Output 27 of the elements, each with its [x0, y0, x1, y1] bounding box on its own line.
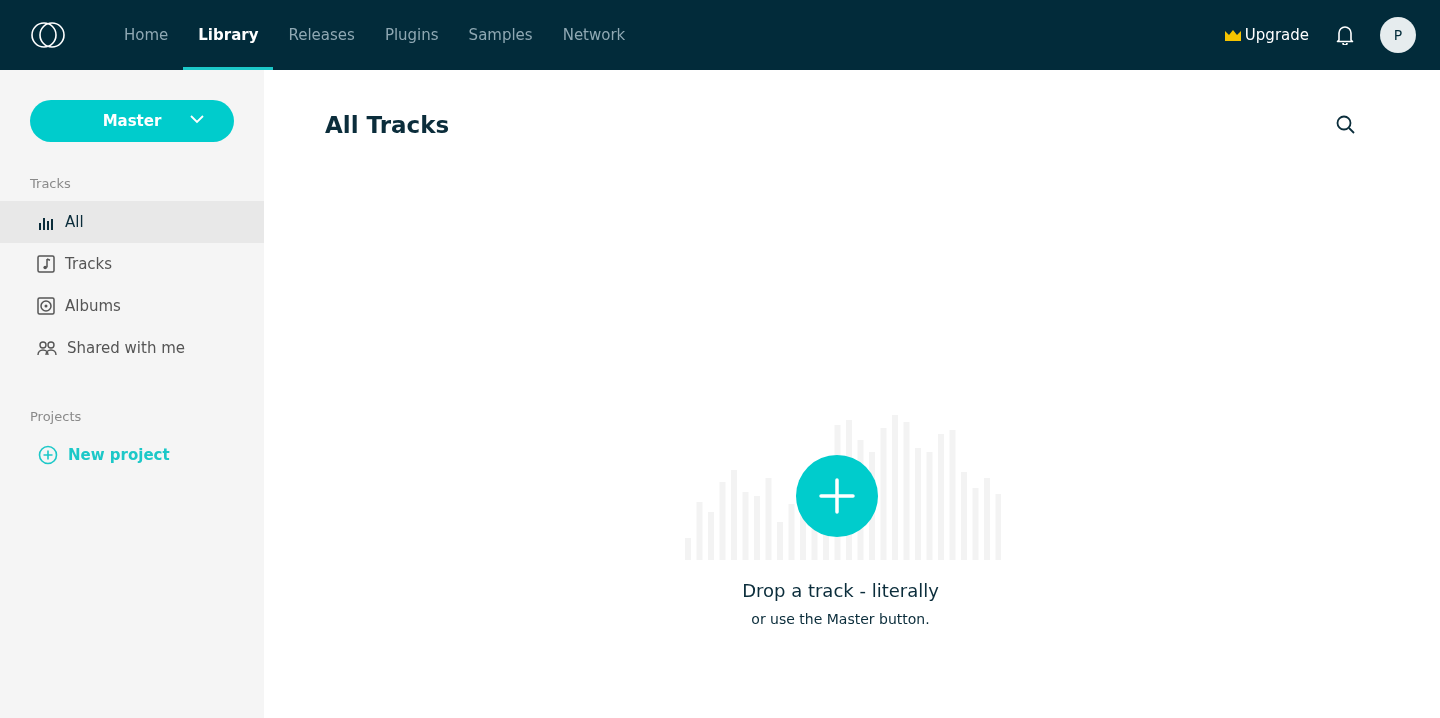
nav-tab[interactable]: Releases [273, 0, 370, 70]
music-note-icon [37, 255, 55, 273]
search-icon[interactable] [1336, 115, 1356, 135]
empty-state-title: Drop a track - literally [742, 580, 939, 601]
chevron-down-icon [190, 115, 204, 124]
sidebar-item[interactable]: Shared with me [0, 327, 264, 369]
nav-tab[interactable]: Plugins [369, 0, 454, 70]
nav-tab[interactable]: Network [547, 0, 641, 70]
section-heading: Projects [29, 409, 83, 424]
upgrade-button[interactable]: Upgrade [1224, 26, 1309, 44]
nav-tab[interactable]: Home [109, 0, 184, 70]
sidebar-item[interactable]: All [0, 201, 264, 243]
add-track-button[interactable] [795, 455, 878, 537]
plus-icon [818, 478, 855, 514]
avatar[interactable]: P [1380, 17, 1416, 53]
nav-tab[interactable]: Samples [453, 0, 548, 70]
logo-icon[interactable] [31, 21, 65, 49]
crown-icon [1224, 29, 1241, 41]
disc-icon [37, 297, 55, 315]
people-icon [37, 340, 57, 356]
empty-state-hint: or use the Master button. [751, 611, 930, 627]
sidebar-item[interactable]: Tracks [0, 243, 264, 285]
bell-icon[interactable] [1336, 25, 1354, 45]
plus-circle-icon [38, 445, 58, 465]
page-title: All Tracks [325, 112, 450, 138]
section-heading: Tracks [29, 176, 72, 191]
sidebar-item[interactable]: Albums [0, 285, 264, 327]
